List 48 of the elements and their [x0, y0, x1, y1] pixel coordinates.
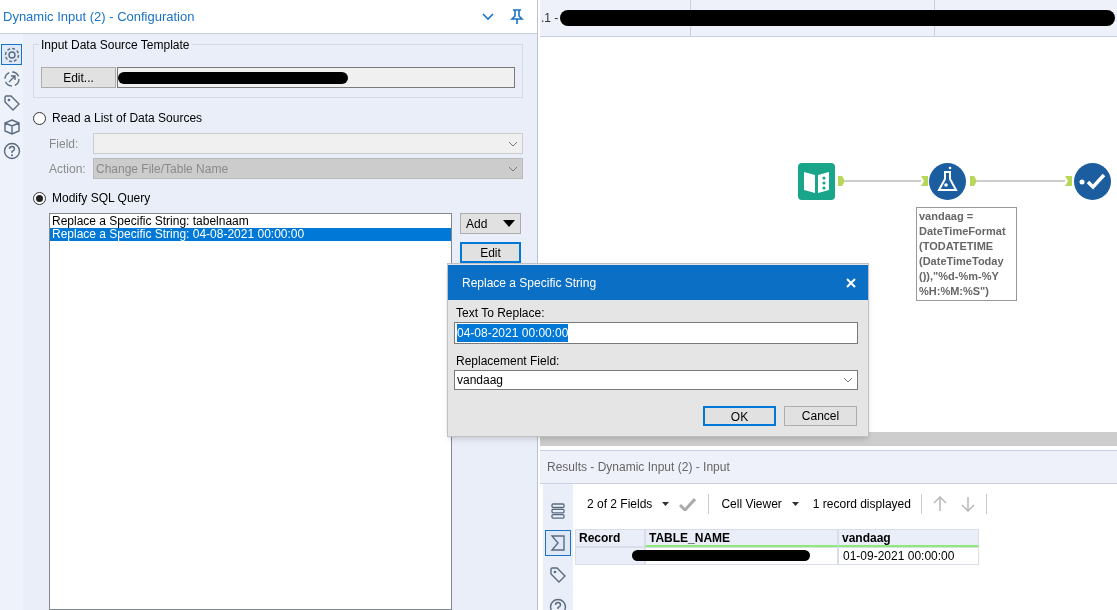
book-icon[interactable]	[798, 163, 835, 200]
text-field[interactable]: 04-08-2021 00:00:00	[454, 322, 858, 344]
ok-button[interactable]: OK	[703, 406, 776, 426]
cancel-button[interactable]: Cancel	[784, 406, 857, 426]
action-dropdown: Change File/Table Name	[93, 158, 523, 179]
radio-button[interactable]	[33, 111, 46, 125]
chevron-icon	[843, 377, 853, 383]
radio-label[interactable]: Modify SQL Query	[52, 189, 151, 207]
column-header[interactable]: vandaag	[838, 529, 979, 547]
flask-icon[interactable]	[929, 163, 966, 200]
close-icon[interactable]	[846, 277, 856, 288]
settings-icon[interactable]	[1, 44, 22, 65]
caret-icon	[662, 502, 670, 506]
tag-icon[interactable]	[1, 92, 22, 113]
pin-icon[interactable]	[510, 8, 524, 25]
help-icon[interactable]	[1, 140, 22, 161]
radio-button[interactable]	[33, 191, 46, 205]
add-button[interactable]: Add	[460, 213, 521, 234]
chevron-icon	[508, 140, 518, 147]
list-item[interactable]: Replace a Specific String: 04-08-2021 00:00:00	[50, 228, 451, 241]
field-dropdown[interactable]: vandaag	[454, 370, 858, 390]
check-icon[interactable]	[679, 497, 697, 511]
field-label: Replacement Field:	[456, 353, 561, 370]
arrow-circle-icon[interactable]	[1, 68, 22, 89]
annotation-note: vandaag = DateTimeFormat (TODATETIME (DateTimeToday ()),"%d-%m-%Y %H:%M:%S")	[916, 207, 1017, 301]
field-label: Field:	[49, 135, 80, 153]
caret-icon	[791, 502, 799, 506]
chevron-icon	[508, 165, 518, 172]
record-count: 1 record displayed	[812, 496, 911, 513]
check-icon[interactable]	[1074, 163, 1111, 200]
dialog-title: Replace a Specific String	[462, 274, 597, 292]
caret-icon	[503, 220, 515, 227]
field-label: Text To Replace:	[456, 305, 546, 322]
chevron-icon[interactable]	[482, 12, 494, 21]
cube-icon[interactable]	[1, 116, 22, 137]
radio-label[interactable]: Read a List of Data Sources	[52, 109, 203, 127]
results-title: Results - Dynamic Input (2) - Input	[547, 459, 730, 476]
column-header[interactable]: Record	[575, 529, 645, 547]
fields-dropdown[interactable]: 2 of 2 Fields	[587, 495, 670, 513]
list-item[interactable]: Replace a Specific String: tabelnaam	[50, 215, 451, 228]
edit-button[interactable]: Edit	[460, 242, 521, 263]
edit-button[interactable]: Edit...	[41, 67, 116, 88]
panel-title: Dynamic Input (2) - Configuration	[3, 7, 195, 26]
field-label: Action:	[49, 160, 87, 178]
viewer-dropdown[interactable]: Cell Viewer	[721, 495, 799, 513]
sum-icon[interactable]	[545, 530, 571, 556]
table-cell: 01-09-2021 00:00:00	[838, 547, 979, 565]
column-header[interactable]: TABLE_NAME	[645, 529, 838, 547]
